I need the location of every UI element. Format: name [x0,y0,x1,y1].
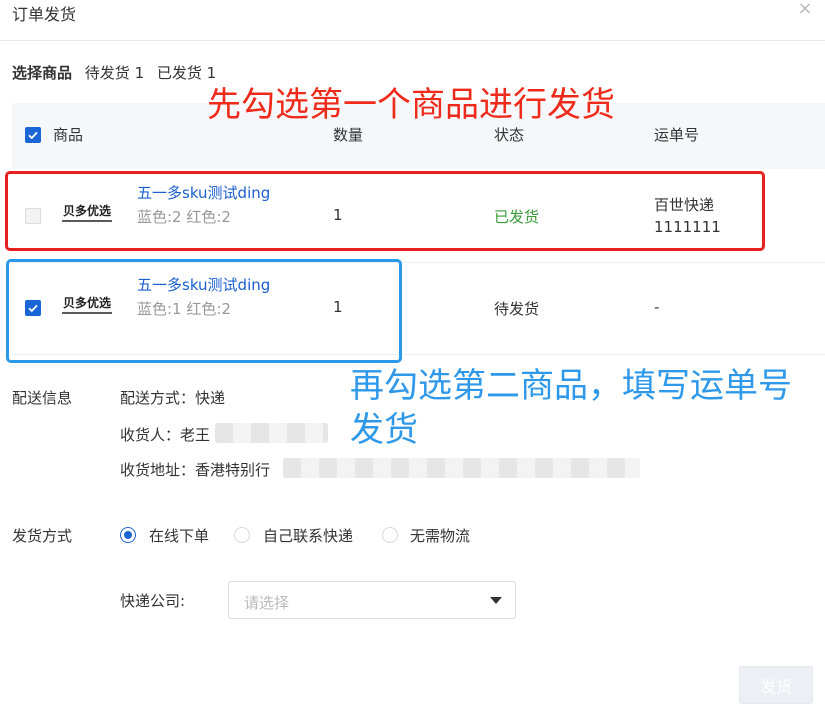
pending-count: 待发货 1 [84,64,145,82]
select-all-checkbox[interactable] [25,127,41,143]
delivery-method: 配送方式：快递 [120,389,226,407]
tracking-number: - [654,298,660,316]
courier-placeholder: 请选择 [244,594,290,612]
column-header-quantity: 数量 [333,126,364,144]
dialog-title: 订单发货 [12,5,77,24]
header-divider [0,40,825,41]
courier-label: 快递公司: [120,592,186,610]
check-icon [28,131,38,140]
redacted-address [283,458,640,478]
caret-down-icon [490,597,502,604]
option-no-logistics[interactable]: 无需物流 [410,525,470,546]
radio-online-order[interactable] [120,527,136,543]
radio-no-logistics[interactable] [382,527,398,543]
courier-select[interactable]: 请选择 [228,581,516,619]
option-online-order[interactable]: 在线下单 [149,525,209,546]
annotation-text-red: 先勾选第一个商品进行发货 [207,85,615,125]
option-self-contact[interactable]: 自己联系快递 [263,525,353,546]
annotation-text-blue: 再勾选第二商品，填写运单号发货 [350,366,792,450]
annotation-box-red [5,171,765,251]
column-header-product: 商品 [53,126,84,144]
selection-title: 选择商品 [12,64,73,82]
close-icon[interactable]: × [797,0,813,19]
selection-summary: 选择商品 待发货 1 已发货 1 [12,62,216,83]
column-header-status: 状态 [494,126,525,144]
receiver-address: 收货地址：香港特别行 [120,461,271,479]
delivery-info-label: 配送信息 [12,389,73,407]
ship-button[interactable]: 发货 [739,666,813,704]
annotation-box-blue [6,259,402,363]
status-pending: 待发货 [494,300,540,318]
column-header-tracking: 运单号 [654,126,700,144]
radio-self-contact[interactable] [234,527,250,543]
redacted-receiver [215,423,328,443]
receiver-name: 收货人：老王 [120,426,211,444]
ship-method-label: 发货方式 [12,527,73,545]
